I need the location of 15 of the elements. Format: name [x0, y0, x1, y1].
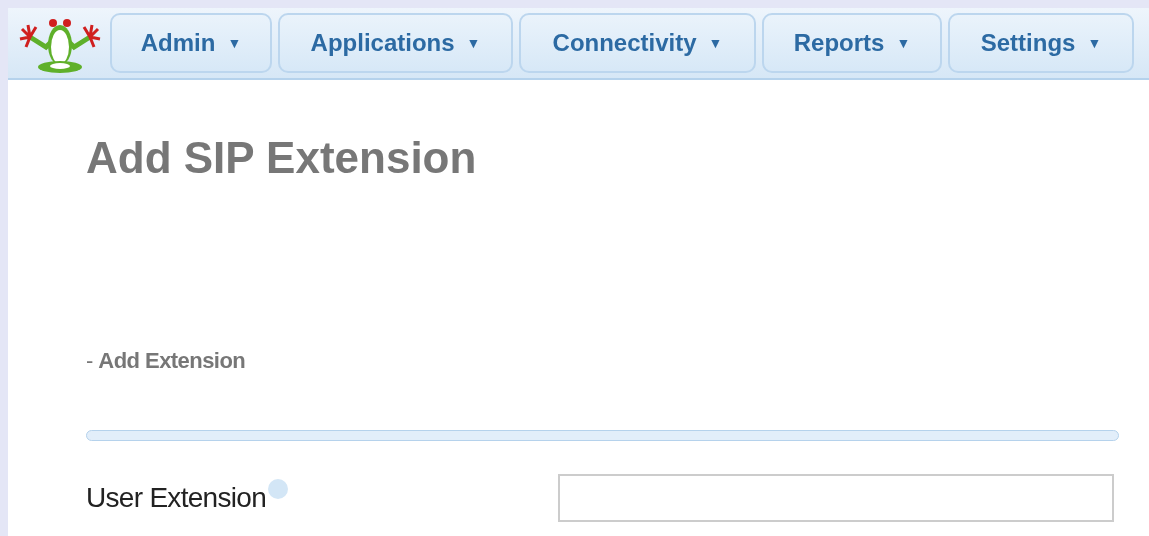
- field-label: User Extension: [86, 481, 267, 515]
- caret-icon: ▼: [466, 32, 481, 54]
- menu-button[interactable]: Reports ▼: [762, 13, 942, 73]
- help-icon[interactable]: [268, 479, 289, 499]
- caret-icon: ▼: [896, 32, 911, 54]
- caret-icon: ▼: [227, 32, 242, 54]
- menu-button[interactable]: Connectivity ▼: [519, 13, 756, 73]
- menu-button[interactable]: Settings ▼: [948, 13, 1134, 73]
- menu-button[interactable]: Applications ▼: [278, 13, 513, 73]
- page-title: Add SIP Extension: [86, 136, 478, 180]
- menu-button[interactable]: Admin ▼: [110, 13, 272, 73]
- section-title: - Add Extension: [86, 350, 247, 372]
- caret-icon: ▼: [1087, 32, 1102, 54]
- caret-icon: ▼: [708, 32, 723, 54]
- input-field[interactable]: [558, 474, 1114, 522]
